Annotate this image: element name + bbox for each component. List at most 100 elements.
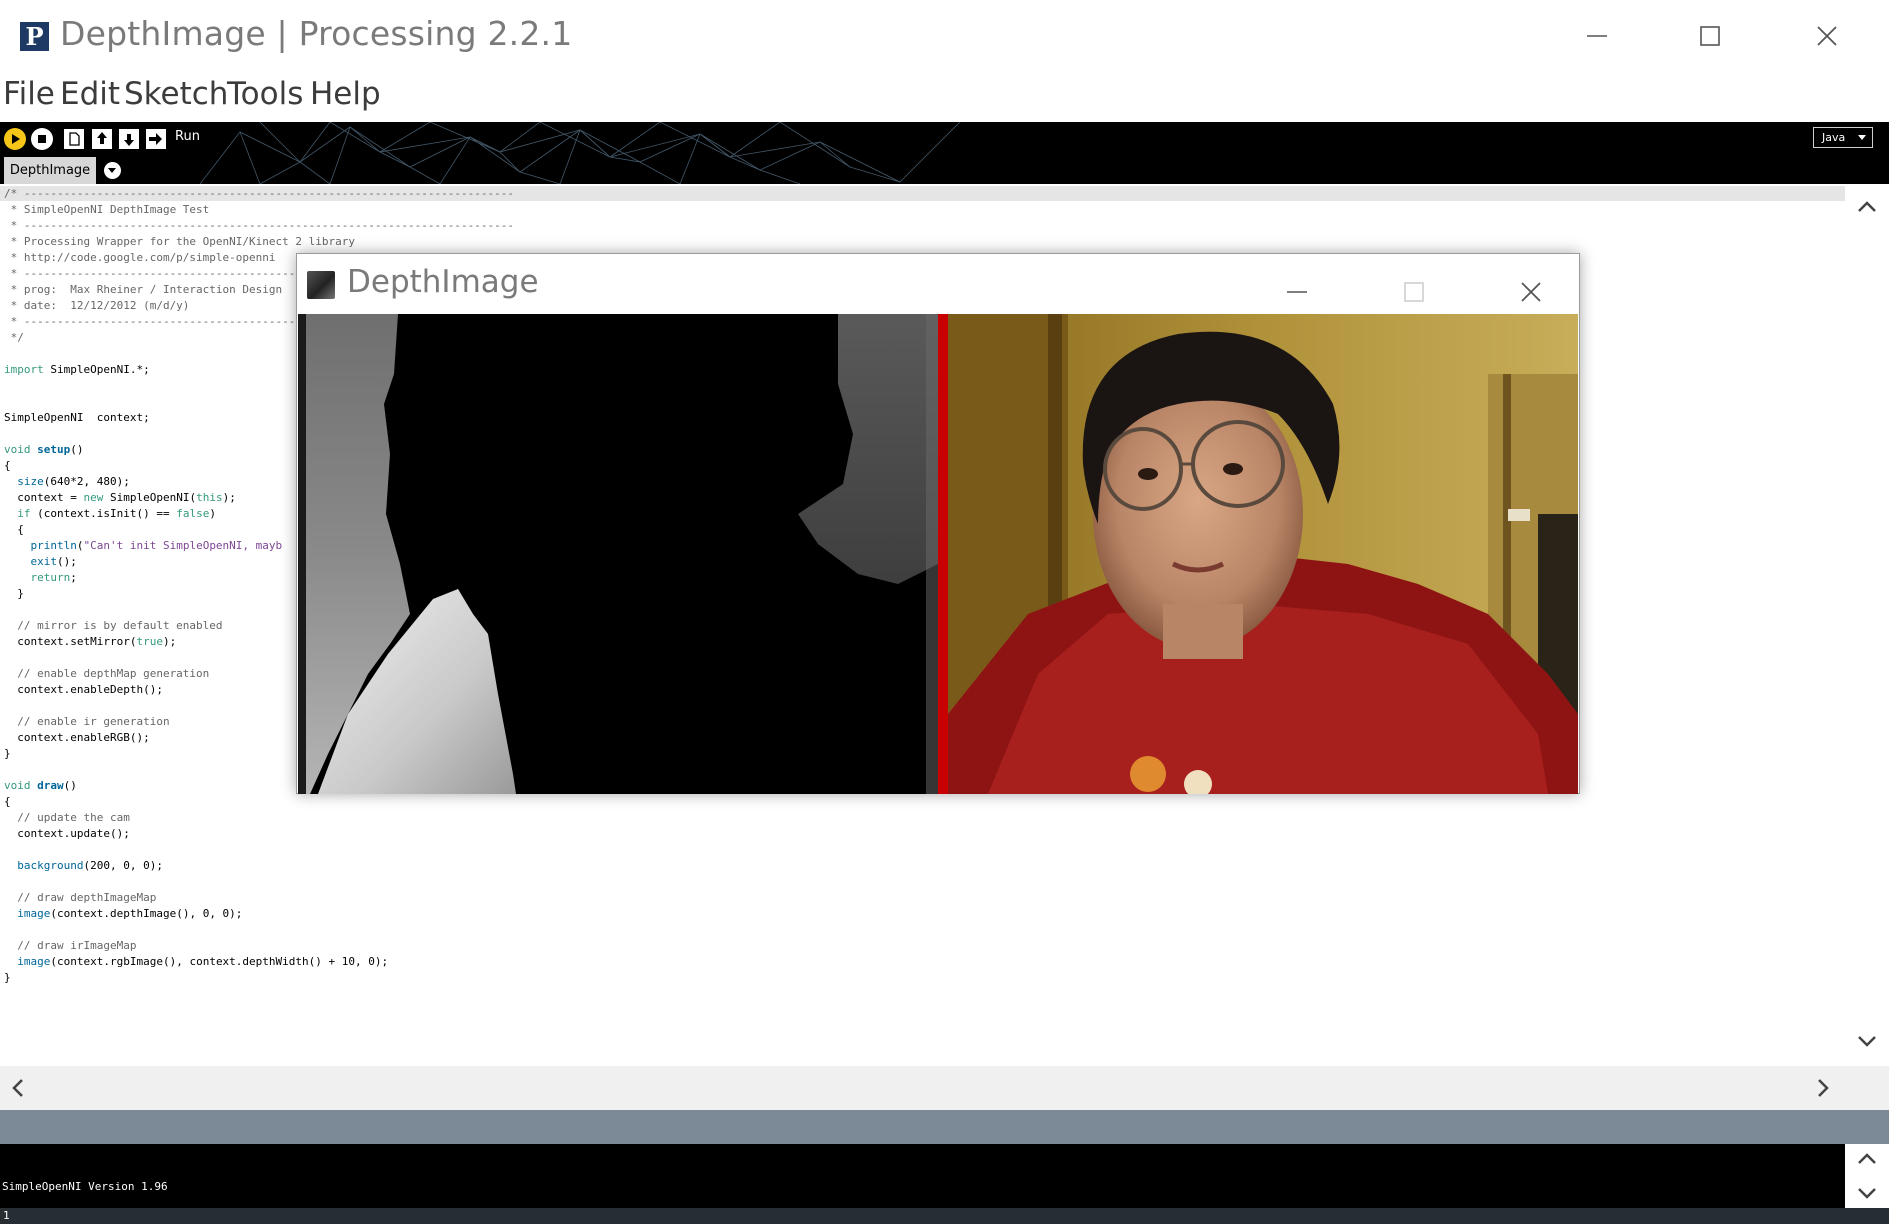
code-line: image(context.depthImage(), 0, 0); [4,906,514,922]
run-icon [4,128,26,150]
code-token: // mirror is by default enabled [4,619,223,632]
console[interactable]: SimpleOpenNI Version 1.96 [0,1144,1845,1208]
code-token: exit [30,555,58,568]
code-token: this [196,491,223,504]
code-token: if [17,507,31,520]
code-token: size [17,475,44,488]
code-token: { [4,459,11,472]
code-token: } [4,971,11,984]
save-icon [119,129,139,149]
export-icon [146,129,166,149]
line-number: 1 [3,1209,10,1222]
scrollbar-corner [1845,1066,1889,1110]
code-token: * date: 12/12/2012 (m/d/y) [4,299,190,312]
code-token: println [30,539,77,552]
sketch-minimize-button[interactable] [1275,272,1319,316]
menu-sketch[interactable]: Sketch [124,76,228,112]
new-button[interactable] [62,127,86,151]
mode-dropdown[interactable]: Java [1813,127,1873,148]
sketch-close-button[interactable] [1509,272,1553,316]
minimize-button[interactable] [1575,16,1619,56]
code-line: /* -------------------------------------… [4,186,514,202]
code-token: void [4,443,31,456]
title-bar: P DepthImage | Processing 2.2.1 [0,0,1889,72]
code-token: new [83,491,104,504]
line-status-bar: 1 [0,1208,1889,1224]
sketch-window[interactable]: DepthImage [296,253,1580,794]
code-token: { [4,795,11,808]
code-token: * prog: Max Rheiner / Interaction Design [4,283,283,296]
code-token: ); [162,635,177,648]
code-token: (200, 0, 0); [83,859,163,872]
open-icon [92,129,112,149]
code-token: SimpleOpenNI( [103,491,197,504]
message-area [0,1110,1889,1144]
maximize-button[interactable] [1688,16,1732,56]
window-title: DepthImage | Processing 2.2.1 [60,14,573,53]
code-token: context = [4,491,84,504]
minimize-icon [1287,291,1307,293]
menu-help[interactable]: Help [310,76,381,112]
code-token: image [17,907,51,920]
code-line: // draw irImageMap [4,938,514,954]
code-token: return [30,571,71,584]
scroll-up-icon[interactable] [1854,194,1880,220]
code-line: // update the cam [4,810,514,826]
close-icon [1521,282,1541,302]
code-token: } [4,747,11,760]
console-scroll-down-icon[interactable] [1854,1180,1880,1206]
code-token: // enable depthMap generation [4,667,210,680]
menu-file[interactable]: File [3,76,55,112]
rgb-camera-image [948,314,1578,794]
console-scrollbar[interactable] [1845,1144,1889,1208]
sketch-title: DepthImage [347,264,539,300]
scroll-right-icon[interactable] [1810,1075,1836,1101]
scroll-left-icon[interactable] [5,1075,31,1101]
code-token: * SimpleOpenNI DepthImage Test [4,203,210,216]
minimize-icon [1587,35,1607,37]
save-button[interactable] [117,127,141,151]
code-token: (context.depthImage(), 0, 0); [50,907,243,920]
stop-button[interactable] [30,127,54,151]
close-button[interactable] [1805,16,1849,56]
editor-horizontal-scrollbar[interactable] [0,1066,1845,1110]
code-token: true [136,635,163,648]
sketch-app-icon [307,271,335,299]
code-token: } [4,587,24,600]
tab-depthimage[interactable]: DepthImage [4,157,96,184]
code-token: setup [37,443,71,456]
code-token: context.update(); [4,827,130,840]
menu-edit[interactable]: Edit [60,76,120,112]
code-token: */ [4,331,24,344]
menu-tools[interactable]: Tools [227,76,303,112]
depth-image [298,314,938,794]
scroll-down-icon[interactable] [1854,1028,1880,1054]
export-button[interactable] [144,127,168,151]
console-scroll-up-icon[interactable] [1854,1146,1880,1172]
tab-menu-button[interactable] [104,162,121,179]
sketch-canvas[interactable] [298,314,1578,794]
toolbar: Run Java DepthImage [0,122,1889,184]
code-token: /* -------------------------------------… [4,187,514,200]
maximize-icon [1404,282,1424,302]
code-token: (context.isInit() == [30,507,177,520]
run-button[interactable] [3,127,27,151]
code-token: context.enableRGB(); [4,731,150,744]
code-token: (); [57,555,77,568]
processing-logo-icon: P [20,22,49,51]
mode-label: Java [1822,131,1846,144]
open-button[interactable] [90,127,114,151]
code-token: (640*2, 480); [43,475,130,488]
console-output: SimpleOpenNI Version 1.96 [2,1180,168,1193]
code-token: // enable ir generation [4,715,170,728]
code-line: { [4,794,514,810]
sketch-title-bar[interactable]: DepthImage [297,254,1579,314]
editor-vertical-scrollbar[interactable] [1845,184,1889,1066]
